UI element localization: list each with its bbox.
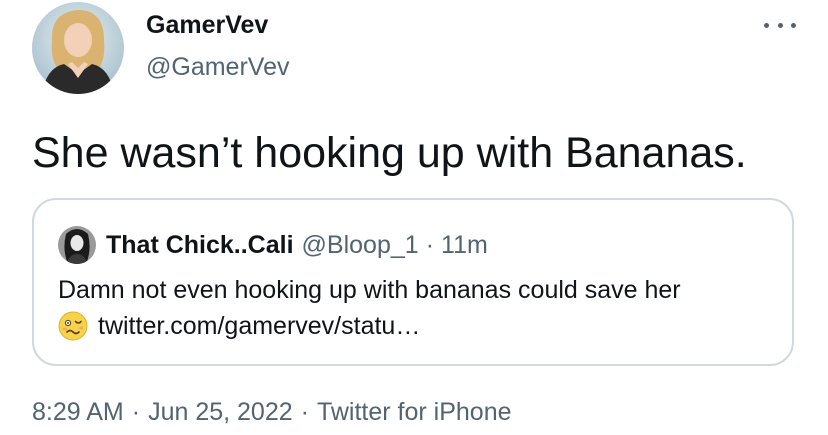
quoted-tweet-time: 11m [441,230,488,259]
tweet-source[interactable]: Twitter for iPhone [317,398,512,426]
quoted-tweet-header: That Chick..Cali @Bloop_1 · 11m [58,226,488,264]
separator-dot: · [300,398,309,426]
tweet-text: She wasn’t hooking up with Bananas. [32,129,747,177]
author-handle[interactable]: @GamerVev [146,52,289,82]
separator-dot: · [131,398,141,426]
tweet-date[interactable]: Jun 25, 2022 [148,398,293,426]
quoted-tweet-text: Damn not even hooking up with bananas co… [58,276,681,304]
author-name[interactable]: GamerVev [146,10,289,40]
more-dot [764,22,769,28]
woozy-face-emoji-icon [58,311,88,341]
quoted-tweet-link[interactable]: twitter.com/gamervev/statu… [98,308,420,344]
separator-dot: · [425,230,435,259]
quoted-author-name: That Chick..Cali [106,230,294,259]
tweet-meta: 8:29 AM · Jun 25, 2022 · Twitter for iPhone [32,398,512,427]
quoted-tweet-body: Damn not even hooking up with bananas co… [58,272,681,344]
tweet-time[interactable]: 8:29 AM [32,398,124,426]
quoted-tweet[interactable]: That Chick..Cali @Bloop_1 · 11m Damn not… [32,198,794,366]
more-horizontal-icon[interactable] [764,18,796,32]
quoted-tweet-line2: twitter.com/gamervev/statu… [58,308,681,344]
quoted-author-handle: @Bloop_1 [301,230,419,259]
author-avatar[interactable] [32,2,124,94]
more-dot [791,22,796,28]
more-dot [777,22,783,28]
quoted-author-avatar [58,226,96,264]
author-info: GamerVev @GamerVev [146,10,289,82]
tweet-container: GamerVev @GamerVev She wasn’t hooking up… [0,0,828,435]
